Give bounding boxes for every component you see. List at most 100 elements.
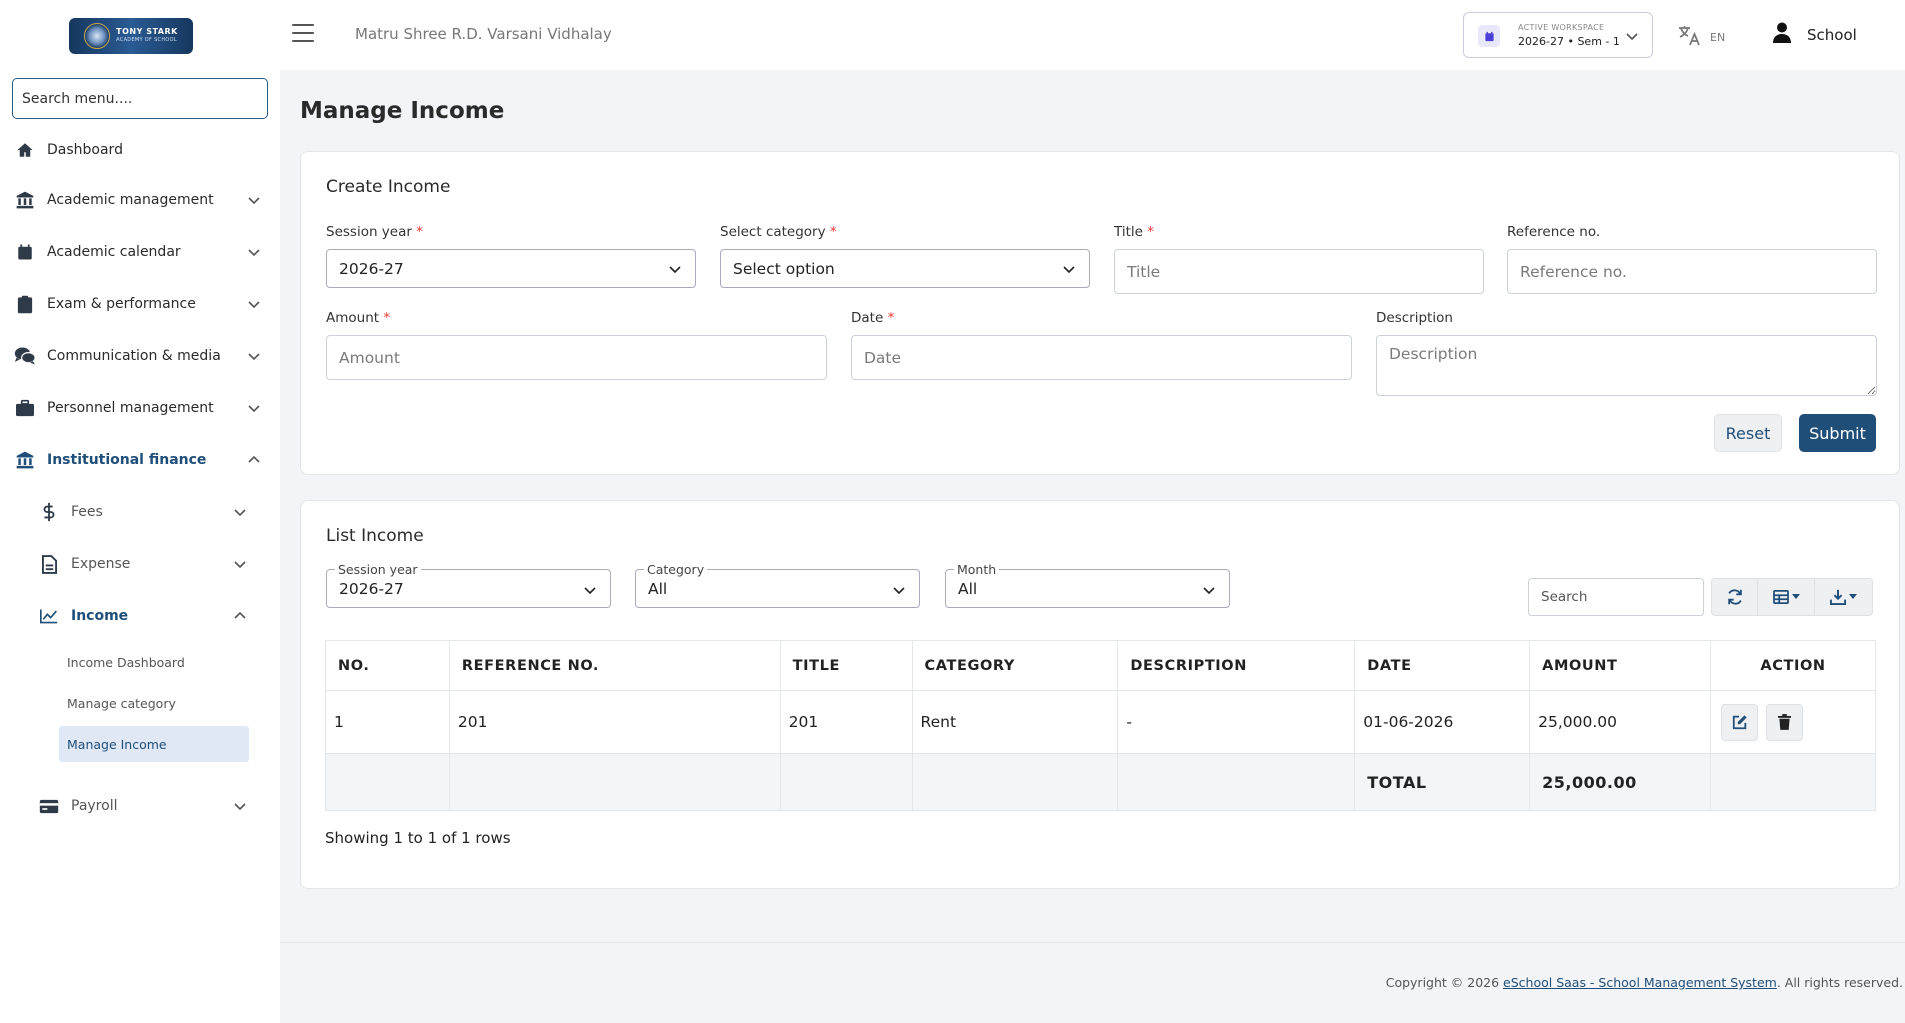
column-header: ACTION (1710, 640, 1876, 691)
chevron-down-icon (584, 587, 596, 595)
amount-label: Amount * (326, 310, 391, 326)
column-header[interactable]: NO. (325, 640, 450, 691)
filter-session-year-value: 2026-27 (339, 580, 404, 598)
language-code: EN (1710, 30, 1726, 44)
table-search-input[interactable] (1528, 578, 1704, 616)
column-header[interactable]: DESCRIPTION (1117, 640, 1356, 691)
sidebar-item-income-dashboard[interactable]: Income Dashboard (59, 644, 249, 680)
trash-icon (1778, 714, 1792, 730)
sidebar-item-label: Academic calendar (47, 244, 181, 260)
school-name: Matru Shree R.D. Varsani Vidhalay (355, 25, 612, 43)
total-empty-cell (448, 753, 781, 811)
sidebar-item-payroll[interactable]: Payroll (0, 789, 280, 823)
pagination-info: Showing 1 to 1 of 1 rows (325, 829, 511, 847)
menu-search-input[interactable] (12, 78, 268, 119)
logo-title: TONY STARK (116, 27, 178, 36)
sidebar-item-label: Personnel management (47, 400, 214, 416)
chevron-down-icon (234, 561, 246, 569)
amount-input[interactable] (326, 335, 827, 380)
filter-month-select[interactable]: Month All (945, 562, 1230, 608)
translate-icon (1678, 24, 1702, 50)
session-year-value: 2026-27 (339, 259, 404, 278)
active-workspace-selector[interactable]: ACTIVE WORKSPACE 2026-27 • Sem - 1 (1463, 12, 1653, 58)
sidebar-item-personnel-management[interactable]: Personnel management (0, 391, 280, 425)
download-icon (1830, 589, 1846, 605)
sidebar-item-expense[interactable]: Expense (0, 547, 280, 581)
chevron-down-icon (248, 249, 260, 257)
file-icon (38, 553, 60, 575)
sidebar-item-fees[interactable]: Fees (0, 495, 280, 529)
sidebar-item-manage-category[interactable]: Manage category (59, 685, 249, 721)
total-empty-cell (911, 753, 1119, 811)
user-name: School (1807, 25, 1857, 44)
logo-emblem (84, 23, 111, 49)
clipboard-icon (14, 293, 36, 315)
bank-icon (14, 449, 36, 471)
logo-text: TONY STARK ACADEMY OF SCHOOL (116, 27, 178, 45)
column-header[interactable]: AMOUNT (1529, 640, 1712, 691)
reference-input[interactable] (1507, 249, 1877, 294)
sidebar-item-exam-performance[interactable]: Exam & performance (0, 287, 280, 321)
sidebar-item-income[interactable]: Income (0, 599, 280, 633)
chevron-down-icon (248, 353, 260, 361)
total-empty-cell (1710, 753, 1876, 811)
delete-button[interactable] (1766, 703, 1804, 741)
table-columns-icon (1772, 590, 1789, 604)
chevron-down-icon (248, 197, 260, 205)
title-input[interactable] (1114, 249, 1484, 294)
caret-down-icon (1791, 594, 1800, 599)
user-menu[interactable]: School (1773, 22, 1857, 47)
logo-subtitle: ACADEMY OF SCHOOL (116, 37, 177, 43)
column-header[interactable]: DATE (1354, 640, 1531, 691)
calendar-icon (14, 241, 36, 263)
cell-amount: 25,000.00 (1529, 690, 1712, 754)
column-header[interactable]: CATEGORY (911, 640, 1119, 691)
column-header[interactable]: TITLE (779, 640, 913, 691)
cell-date: 01-06-2026 (1354, 690, 1531, 754)
sidebar: TONY STARK ACADEMY OF SCHOOL Dashboard A… (0, 0, 280, 1023)
cell-description: - (1117, 690, 1356, 754)
sidebar-item-label: Expense (71, 556, 131, 572)
date-input[interactable] (851, 335, 1352, 380)
edit-button[interactable] (1721, 703, 1759, 741)
export-button[interactable] (1815, 579, 1872, 615)
column-header[interactable]: REFERENCE NO. (448, 640, 781, 691)
hamburger-menu-icon[interactable] (292, 24, 314, 44)
refresh-button[interactable] (1712, 579, 1758, 615)
school-logo[interactable]: TONY STARK ACADEMY OF SCHOOL (69, 18, 193, 54)
dollar-icon (38, 501, 60, 523)
columns-toggle-button[interactable] (1758, 579, 1815, 615)
sidebar-item-label: Fees (71, 504, 103, 520)
user-icon (1773, 22, 1791, 47)
sidebar-item-academic-calendar[interactable]: Academic calendar (0, 235, 280, 269)
chevron-down-icon (248, 405, 260, 413)
footer-link[interactable]: eSchool Saas - School Management System (1503, 975, 1777, 990)
filter-session-year-select[interactable]: Session year 2026-27 (326, 562, 611, 608)
income-table: NO. REFERENCE NO. TITLE CATEGORY DESCRIP… (325, 640, 1876, 811)
chevron-down-icon (1626, 33, 1638, 41)
home-icon (14, 139, 36, 161)
reset-button[interactable]: Reset (1714, 414, 1782, 452)
submit-button[interactable]: Submit (1799, 414, 1876, 452)
workspace-label: ACTIVE WORKSPACE (1518, 23, 1605, 32)
sidebar-item-communication-media[interactable]: Communication & media (0, 339, 280, 373)
category-select[interactable]: Select option (720, 249, 1090, 288)
workspace-value: 2026-27 • Sem - 1 (1518, 35, 1620, 48)
chart-line-icon (38, 605, 60, 627)
language-switcher[interactable]: EN (1678, 24, 1725, 50)
cell-title: 201 (779, 690, 913, 754)
sidebar-item-dashboard[interactable]: Dashboard (0, 133, 280, 167)
description-textarea[interactable] (1376, 335, 1877, 396)
total-empty-cell (1117, 753, 1356, 811)
filter-category-select[interactable]: Category All (635, 562, 920, 608)
sidebar-item-institutional-finance[interactable]: Institutional finance (0, 443, 280, 477)
total-empty-cell (779, 753, 913, 811)
cell-reference: 201 (448, 690, 781, 754)
sidebar-item-manage-income[interactable]: Manage Income (59, 726, 249, 762)
sidebar-item-academic-management[interactable]: Academic management (0, 183, 280, 217)
sidebar-item-label: Income (71, 608, 129, 624)
session-year-select[interactable]: 2026-27 (326, 249, 696, 288)
chevron-up-icon (248, 455, 260, 463)
sidebar-item-label: Dashboard (47, 142, 123, 158)
description-label: Description (1376, 310, 1453, 326)
